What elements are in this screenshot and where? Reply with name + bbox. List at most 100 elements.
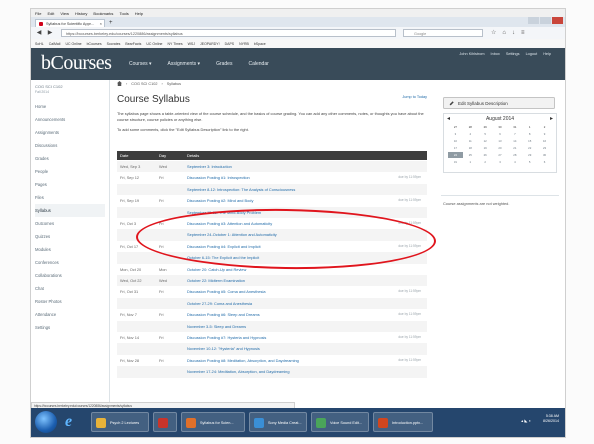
forward-arrow-icon[interactable]: ▶ [46,29,54,37]
utility-link[interactable]: Logout [526,52,538,56]
back-arrow-icon[interactable]: ◀ [35,29,43,37]
taskbar-button[interactable]: Psych 2 Lectures [91,412,149,432]
row-detail-link[interactable]: November 10-12: "Hysteria" and Hypnosis [187,343,260,354]
calendar-day[interactable]: 9 [537,131,552,137]
taskbar-button[interactable]: Sony Media Creat... [249,412,307,432]
calendar-day[interactable]: 7 [507,131,522,137]
browser-tab[interactable]: Syllabus for Scientific Appr... × [35,19,105,27]
sidebar-item-settings[interactable]: Settings [35,321,105,334]
bookmark-item[interactable]: NY Times [168,42,183,46]
sidebar-item-discussions[interactable]: Discussions [35,139,105,152]
calendar-day[interactable]: 24 [448,152,463,158]
sidebar-item-modules[interactable]: Modules [35,243,105,256]
chevron-right-icon[interactable]: ▸ [550,115,553,122]
sidebar-item-files[interactable]: Files [35,191,105,204]
calendar-day[interactable]: 11 [463,138,478,144]
global-nav-item[interactable]: Courses ▾ [129,61,152,67]
calendar-day[interactable]: 27 [448,124,463,130]
calendar-day[interactable]: 31 [507,124,522,130]
calendar-day[interactable]: 30 [537,152,552,158]
calendar-day[interactable]: 6 [493,131,508,137]
taskbar-button[interactable]: Voice Sound Edit... [311,412,369,432]
calendar-day[interactable]: 28 [507,152,522,158]
bcourses-logo[interactable]: bCourses [41,52,112,75]
calendar-day[interactable]: 1 [522,124,537,130]
download-icon[interactable]: ↓ [512,29,515,37]
plus-icon[interactable]: + [109,19,113,27]
calendar-day[interactable]: 26 [478,152,493,158]
bookmark-item[interactable]: BearFacts [125,42,141,46]
row-detail-link[interactable]: Discussion Posting #1: Introspection [187,172,250,183]
start-button[interactable] [35,411,57,433]
utility-link[interactable]: John Kihlstrom [459,52,484,56]
row-detail-link[interactable]: Discussion Posting #2: Mind and Body [187,195,253,206]
home-icon[interactable]: ⌂ [502,29,506,37]
sidebar-item-home[interactable]: Home [35,100,105,113]
calendar-day[interactable]: 23 [537,145,552,151]
maximize-button[interactable] [540,17,551,24]
calendar-day[interactable]: 16 [537,138,552,144]
utility-link[interactable]: Settings [506,52,520,56]
calendar-day[interactable]: 2 [537,124,552,130]
row-detail-link[interactable]: September 3: Introduction [187,161,232,172]
global-nav-item[interactable]: Grades [216,61,232,67]
edit-syllabus-button[interactable]: Edit Syllabus Description [443,97,555,109]
row-detail-link[interactable]: October 22: Midterm Examination [187,275,245,286]
url-input[interactable]: https://bcourses.berkeley.edu/courses/12… [61,29,396,37]
bookmark-item[interactable]: UC Online [65,42,81,46]
row-detail-link[interactable]: Discussion Posting #8: Meditation, Absor… [187,355,299,366]
menu-item-tools[interactable]: Tools [119,11,128,16]
calendar-day[interactable]: 17 [448,145,463,151]
taskbar-button[interactable]: Introduction.pptx... [373,412,433,432]
home-icon[interactable] [117,81,122,86]
calendar-day[interactable]: 6 [537,159,552,165]
sidebar-item-people[interactable]: People [35,165,105,178]
utility-link[interactable]: Help [543,52,551,56]
calendar-day[interactable]: 8 [522,131,537,137]
bookmark-item[interactable]: JEOPARDY! [200,42,220,46]
calendar-day[interactable]: 22 [522,145,537,151]
bookmark-item[interactable]: DAPS [225,42,235,46]
bookmark-item[interactable]: UC Online [146,42,162,46]
sidebar-item-announcements[interactable]: Announcements [35,113,105,126]
taskbar-button[interactable] [153,412,177,432]
calendar-day[interactable]: 28 [463,124,478,130]
sidebar-item-chat[interactable]: Chat [35,282,105,295]
menu-item-history[interactable]: History [75,11,87,16]
sidebar-item-outcomes[interactable]: Outcomes [35,217,105,230]
sidebar-item-grades[interactable]: Grades [35,152,105,165]
calendar-day[interactable]: 2 [478,159,493,165]
menu-item-help[interactable]: Help [135,11,143,16]
bookmark-item[interactable]: WSJ [188,42,195,46]
calendar-day[interactable]: 14 [507,138,522,144]
sidebar-item-conferences[interactable]: Conferences [35,256,105,269]
calendar-day[interactable]: 29 [522,152,537,158]
sidebar-item-quizzes[interactable]: Quizzes [35,230,105,243]
row-detail-link[interactable]: October 27-29: Coma and Anesthesia [187,298,252,309]
bookmark-item[interactable]: bSpace [254,42,266,46]
calendar-day[interactable]: 3 [493,159,508,165]
utility-link[interactable]: Inbox [491,52,500,56]
calendar-day[interactable]: 18 [463,145,478,151]
row-detail-link[interactable]: Discussion Posting #5: Coma and Anesthes… [187,286,266,297]
internet-explorer-icon[interactable]: e [65,413,83,431]
calendar-day[interactable]: 13 [493,138,508,144]
bookmark-item[interactable]: CalMail [49,42,61,46]
calendar-day[interactable]: 5 [522,159,537,165]
calendar-day[interactable]: 10 [448,138,463,144]
calendar-day[interactable]: 20 [493,145,508,151]
bookmark-item[interactable]: Socrates [107,42,121,46]
row-detail-link[interactable]: Discussion Posting #6: Sleep and Dreams [187,309,260,320]
sidebar-item-pages[interactable]: Pages [35,178,105,191]
calendar-day[interactable]: 3 [448,131,463,137]
menu-item-view[interactable]: View [60,11,69,16]
minimize-button[interactable] [528,17,539,24]
global-nav-item[interactable]: Assignments ▾ [168,61,201,67]
sidebar-item-syllabus[interactable]: Syllabus [35,204,105,217]
close-window-button[interactable] [552,17,563,24]
calendar-day[interactable]: 30 [493,124,508,130]
calendar-day[interactable]: 19 [478,145,493,151]
row-detail-link[interactable]: September 8-12: Introspection: The Analy… [187,184,295,195]
calendar-day[interactable]: 21 [507,145,522,151]
breadcrumb-course[interactable]: COG SCI C102 [131,82,157,86]
